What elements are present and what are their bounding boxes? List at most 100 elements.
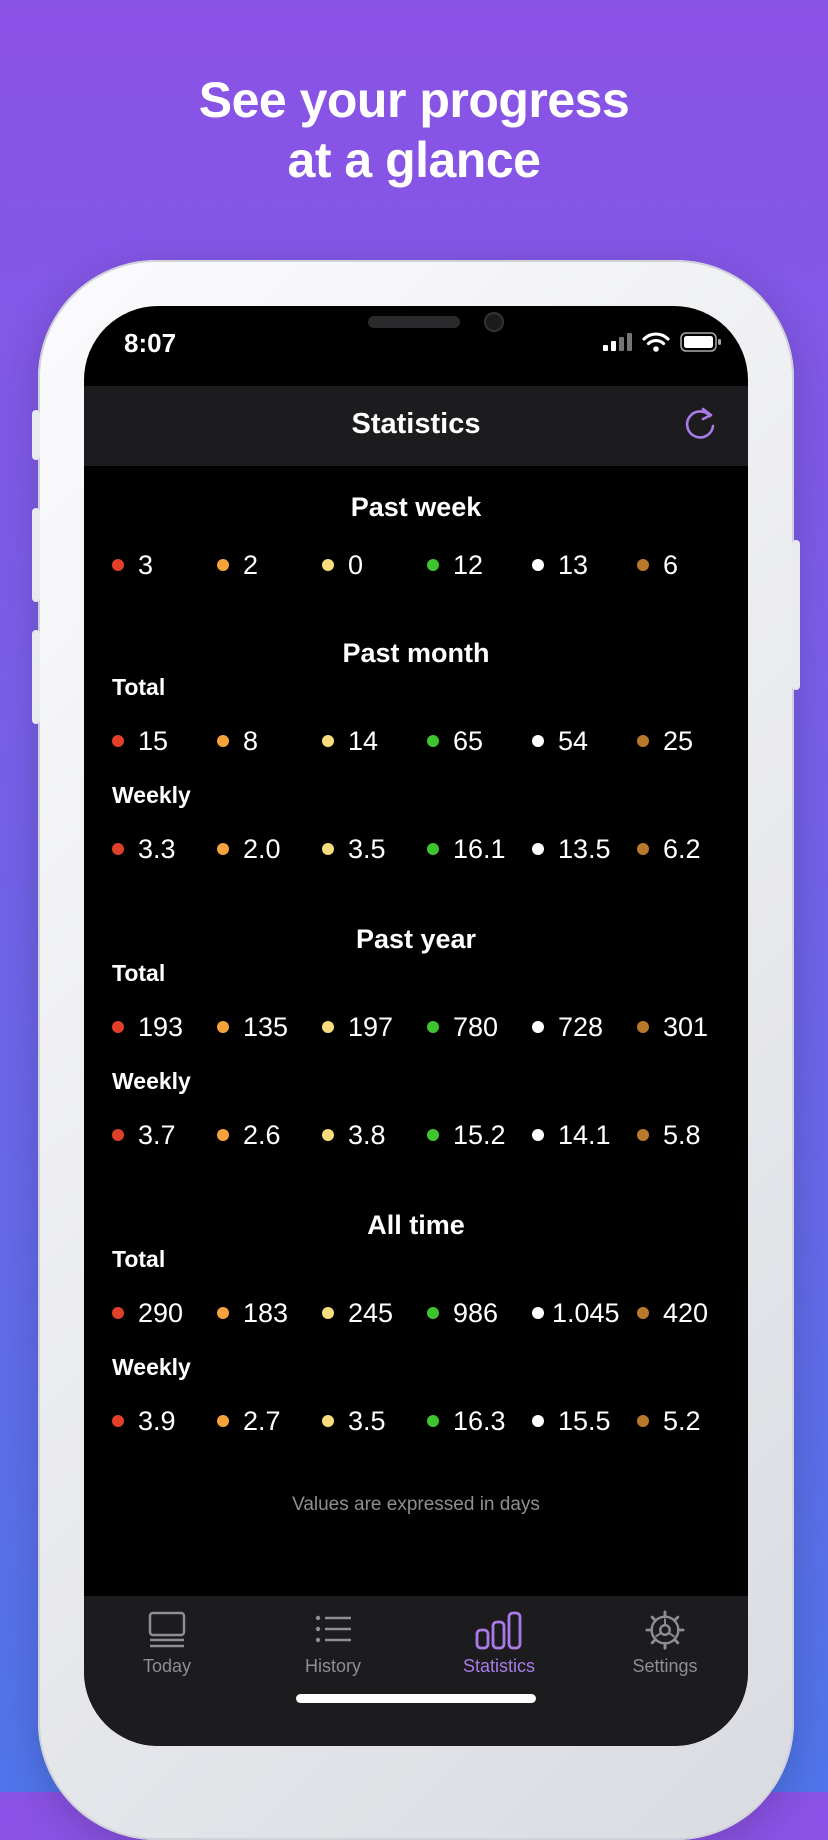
status-icons: [602, 332, 722, 352]
past-year-total-row: 193 135 197 780 728 301: [84, 1002, 748, 1052]
notch: [228, 306, 604, 362]
all-time-total-row: 290 183 245 986 1.045 420: [84, 1288, 748, 1338]
stat-value: 197: [348, 1011, 394, 1042]
stat-value: 0: [348, 549, 364, 580]
stat-item: 986: [427, 1298, 532, 1329]
past-week-row: 3 2 0 12 13 6: [84, 540, 748, 590]
stat-item: 65: [427, 726, 532, 757]
stat-item: 2.7: [217, 1406, 322, 1437]
stat-value: 728: [558, 1011, 604, 1042]
section-title-past-year: Past year: [355, 924, 477, 954]
stat-value: 3.5: [348, 833, 386, 864]
list-icon: [315, 1615, 351, 1643]
stat-item: 197: [322, 1012, 427, 1043]
stat-item: 6: [637, 550, 742, 581]
stat-value: 245: [348, 1297, 394, 1328]
stat-item: 16.3: [427, 1406, 532, 1437]
stat-value: 14.1: [558, 1119, 611, 1150]
tab-label: Settings: [632, 1656, 698, 1676]
white-dot: [532, 559, 544, 571]
past-month-total-row: 15 8 14 65 54 25: [84, 716, 748, 766]
green-dot: [427, 1021, 439, 1033]
tab-bar: Today History Statistics Settings: [84, 1596, 748, 1746]
stat-value: 5.2: [663, 1405, 701, 1436]
status-time: 8:07: [124, 328, 177, 358]
white-dot: [532, 1021, 544, 1033]
white-dot: [532, 1129, 544, 1141]
yellow-dot: [322, 843, 334, 855]
yellow-dot: [322, 1021, 334, 1033]
gear-icon: [645, 1610, 685, 1650]
yellow-dot: [322, 735, 334, 747]
stat-value: 3.8: [348, 1119, 386, 1150]
stat-value: 290: [138, 1297, 184, 1328]
tab-statistics[interactable]: Statistics: [416, 1610, 582, 1677]
brown-dot: [637, 1307, 649, 1319]
stat-item: 3.3: [112, 834, 217, 865]
past-year-weekly-row: 3.7 2.6 3.8 15.2 14.1 5.8: [84, 1110, 748, 1160]
side-button: [792, 540, 800, 690]
stat-item: 25: [637, 726, 742, 757]
brown-dot: [637, 1021, 649, 1033]
orange-dot: [217, 735, 229, 747]
white-dot: [532, 1415, 544, 1427]
stat-item: 290: [112, 1298, 217, 1329]
stat-item: 15.5: [532, 1406, 637, 1437]
green-dot: [427, 1307, 439, 1319]
wifi-icon: [642, 332, 670, 352]
stat-value: 13: [558, 549, 589, 580]
stat-value: 986: [453, 1297, 499, 1328]
battery-icon: [680, 332, 721, 352]
total-label: Total: [112, 674, 166, 700]
weekly-label: Weekly: [112, 782, 191, 808]
stat-value: 8: [243, 725, 259, 756]
red-dot: [112, 843, 124, 855]
tab-history[interactable]: History: [250, 1610, 416, 1677]
stat-value: 2: [243, 549, 259, 580]
footnote: Values are expressed in days: [292, 1494, 540, 1515]
stat-value: 3.3: [138, 833, 176, 864]
stat-item: 12: [427, 550, 532, 581]
stat-value: 6.2: [663, 833, 701, 864]
white-dot: [532, 843, 544, 855]
green-dot: [427, 559, 439, 571]
section-title-all-time: All time: [367, 1210, 465, 1240]
phone-frame: 8:07 Statistics Past week 3 2 0 12 13 6 …: [32, 260, 800, 1840]
stat-item: 3.5: [322, 834, 427, 865]
past-month-weekly-row: 3.3 2.0 3.5 16.1 13.5 6.2: [84, 824, 748, 874]
today-icon: [148, 1611, 186, 1648]
stat-value: 54: [558, 725, 589, 756]
weekly-label: Weekly: [112, 1068, 191, 1094]
tab-settings[interactable]: Settings: [582, 1610, 748, 1677]
stat-item: 13.5: [532, 834, 637, 865]
green-dot: [427, 843, 439, 855]
yellow-dot: [322, 1129, 334, 1141]
stat-item: 2: [217, 550, 322, 581]
statistics-content: Past week 3 2 0 12 13 6 Past month Total…: [84, 466, 748, 1516]
page-title: Statistics: [351, 408, 481, 440]
stat-value: 16.1: [453, 833, 506, 864]
yellow-dot: [322, 1307, 334, 1319]
brown-dot: [637, 559, 649, 571]
tab-today[interactable]: Today: [84, 1610, 250, 1677]
stat-item: 15: [112, 726, 217, 757]
stat-item: 14.1: [532, 1120, 637, 1151]
stat-value: 16.3: [453, 1405, 506, 1436]
refresh-icon[interactable]: [680, 404, 720, 444]
orange-dot: [217, 559, 229, 571]
stat-value: 65: [453, 725, 484, 756]
stat-value: 25: [663, 725, 694, 756]
white-dot: [532, 1307, 544, 1319]
stat-item: 301: [637, 1012, 742, 1043]
stat-value: 15.2: [453, 1119, 506, 1150]
red-dot: [112, 1307, 124, 1319]
home-indicator: [296, 1694, 536, 1703]
stat-item: 183: [217, 1298, 322, 1329]
orange-dot: [217, 1129, 229, 1141]
weekly-label: Weekly: [112, 1354, 191, 1380]
red-dot: [112, 1129, 124, 1141]
stat-item: 193: [112, 1012, 217, 1043]
stat-value: 301: [663, 1011, 709, 1042]
headline-line-2: at a glance: [287, 132, 541, 188]
total-label: Total: [112, 1246, 166, 1272]
